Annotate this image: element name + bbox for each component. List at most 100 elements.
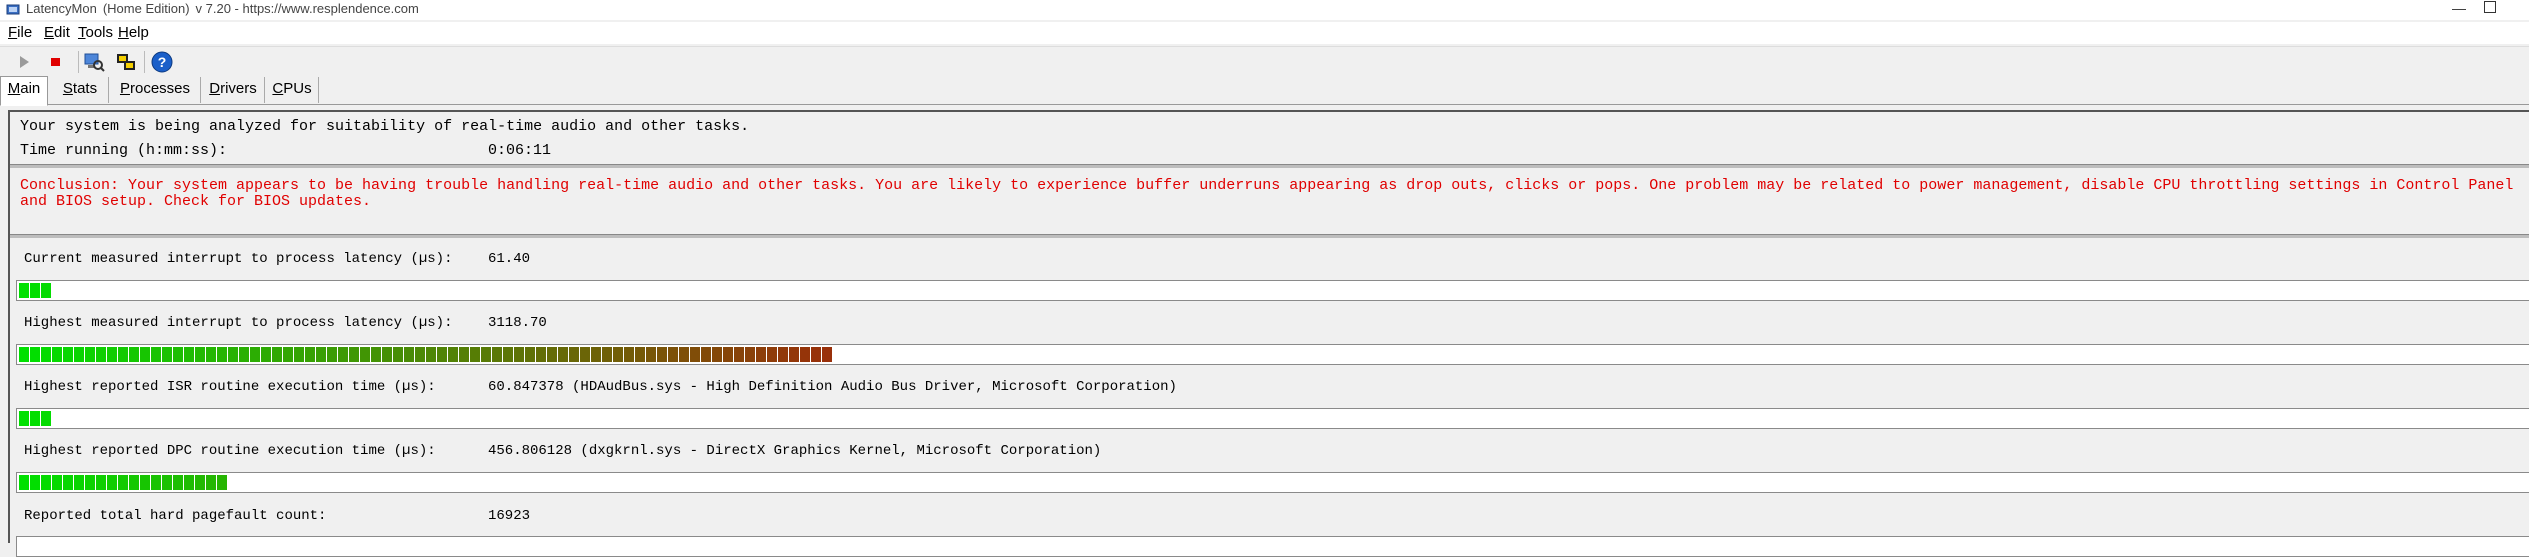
meter-segment — [228, 347, 238, 362]
meter-segment — [129, 475, 139, 490]
meter-segment — [503, 347, 513, 362]
meter-segment — [470, 347, 480, 362]
meter-segment — [316, 347, 326, 362]
maximize-icon[interactable] — [2484, 1, 2496, 13]
meter-segment — [371, 347, 381, 362]
meter-segment — [173, 475, 183, 490]
meter-segment — [52, 475, 62, 490]
meter-segment — [19, 347, 29, 362]
isr-time-label: Highest reported ISR routine execution t… — [24, 379, 436, 395]
meter-segment — [426, 347, 436, 362]
meter-segment — [800, 347, 810, 362]
meter-segment — [811, 347, 821, 362]
meter-segment — [635, 347, 645, 362]
meter-segment — [646, 347, 656, 362]
meter-segment — [239, 347, 249, 362]
pagefault-count-value: 16923 — [488, 508, 531, 524]
meter-segment — [547, 347, 557, 362]
toolbar-separator — [144, 51, 145, 73]
stop-icon[interactable] — [44, 50, 68, 74]
meter-segment — [327, 347, 337, 362]
tab-cpus[interactable]: CPUs — [266, 77, 319, 103]
meter-segment — [690, 347, 700, 362]
play-icon[interactable] — [12, 50, 36, 74]
dpc-time-meter — [16, 472, 2529, 493]
meter-segment — [767, 347, 777, 362]
menu-bar: File Edit Tools Help — [0, 22, 2529, 44]
section-divider — [10, 164, 2529, 168]
meter-segment — [30, 283, 40, 298]
meter-segment — [30, 475, 40, 490]
pagefault-count-label: Reported total hard pagefault count: — [24, 508, 327, 524]
tab-stats[interactable]: Stats — [52, 77, 109, 103]
meter-segment — [74, 347, 84, 362]
meter-segment — [536, 347, 546, 362]
meter-segment — [294, 347, 304, 362]
meter-segment — [459, 347, 469, 362]
highest-latency-meter — [16, 344, 2529, 365]
meter-segment — [756, 347, 766, 362]
toolbar-separator — [78, 51, 79, 73]
tab-main[interactable]: Main — [0, 76, 48, 106]
meter-segment — [822, 347, 832, 362]
meter-segment — [206, 475, 216, 490]
section-divider — [10, 234, 2529, 238]
meter-segment — [514, 347, 524, 362]
meter-segment — [19, 475, 29, 490]
meter-segment — [96, 475, 106, 490]
meter-segment — [305, 347, 315, 362]
meter-segment — [283, 347, 293, 362]
meter-segment — [140, 347, 150, 362]
meter-segment — [151, 475, 161, 490]
meter-segment — [261, 347, 271, 362]
meter-segment — [492, 347, 502, 362]
meter-segment — [613, 347, 623, 362]
meter-segment — [580, 347, 590, 362]
minimize-icon[interactable]: — — [2449, 0, 2469, 16]
menu-tools[interactable]: Tools — [78, 24, 113, 41]
search-computer-icon[interactable] — [82, 50, 106, 74]
window-title: LatencyMon (Home Edition) v 7.20 - https:/… — [26, 1, 419, 16]
meter-segment — [118, 347, 128, 362]
meter-segment — [657, 347, 667, 362]
meter-segment — [602, 347, 612, 362]
tab-processes[interactable]: Processes — [110, 77, 201, 103]
meter-segment — [404, 347, 414, 362]
menu-help[interactable]: Help — [118, 24, 149, 41]
meter-segment — [41, 411, 51, 426]
meter-segment — [558, 347, 568, 362]
meter-segment — [74, 475, 84, 490]
meter-segment — [162, 475, 172, 490]
svg-text:?: ? — [158, 54, 167, 70]
main-panel: Your system is being analyzed for suitab… — [8, 110, 2529, 557]
meter-segment — [569, 347, 579, 362]
meter-segment — [591, 347, 601, 362]
meter-segment — [668, 347, 678, 362]
toolbar: ? — [0, 46, 2529, 77]
meter-segment — [19, 411, 29, 426]
meter-segment — [107, 347, 117, 362]
meter-segment — [41, 347, 51, 362]
meter-segment — [41, 283, 51, 298]
meter-segment — [85, 347, 95, 362]
meter-segment — [184, 475, 194, 490]
windows-icon[interactable] — [114, 50, 138, 74]
menu-edit[interactable]: Edit — [44, 24, 70, 41]
isr-time-meter — [16, 408, 2529, 429]
meter-segment — [393, 347, 403, 362]
help-icon[interactable]: ? — [150, 50, 174, 74]
menu-file[interactable]: File — [8, 24, 32, 41]
meter-segment — [745, 347, 755, 362]
tab-drivers[interactable]: Drivers — [202, 77, 265, 103]
meter-segment — [118, 475, 128, 490]
meter-segment — [382, 347, 392, 362]
meter-segment — [151, 347, 161, 362]
meter-segment — [96, 347, 106, 362]
meter-segment — [272, 347, 282, 362]
meter-segment — [712, 347, 722, 362]
tab-bar: Main Stats Processes Drivers CPUs — [0, 76, 2529, 106]
meter-segment — [624, 347, 634, 362]
meter-segment — [19, 283, 29, 298]
meter-segment — [63, 347, 73, 362]
latencymon-app-icon — [6, 4, 20, 15]
